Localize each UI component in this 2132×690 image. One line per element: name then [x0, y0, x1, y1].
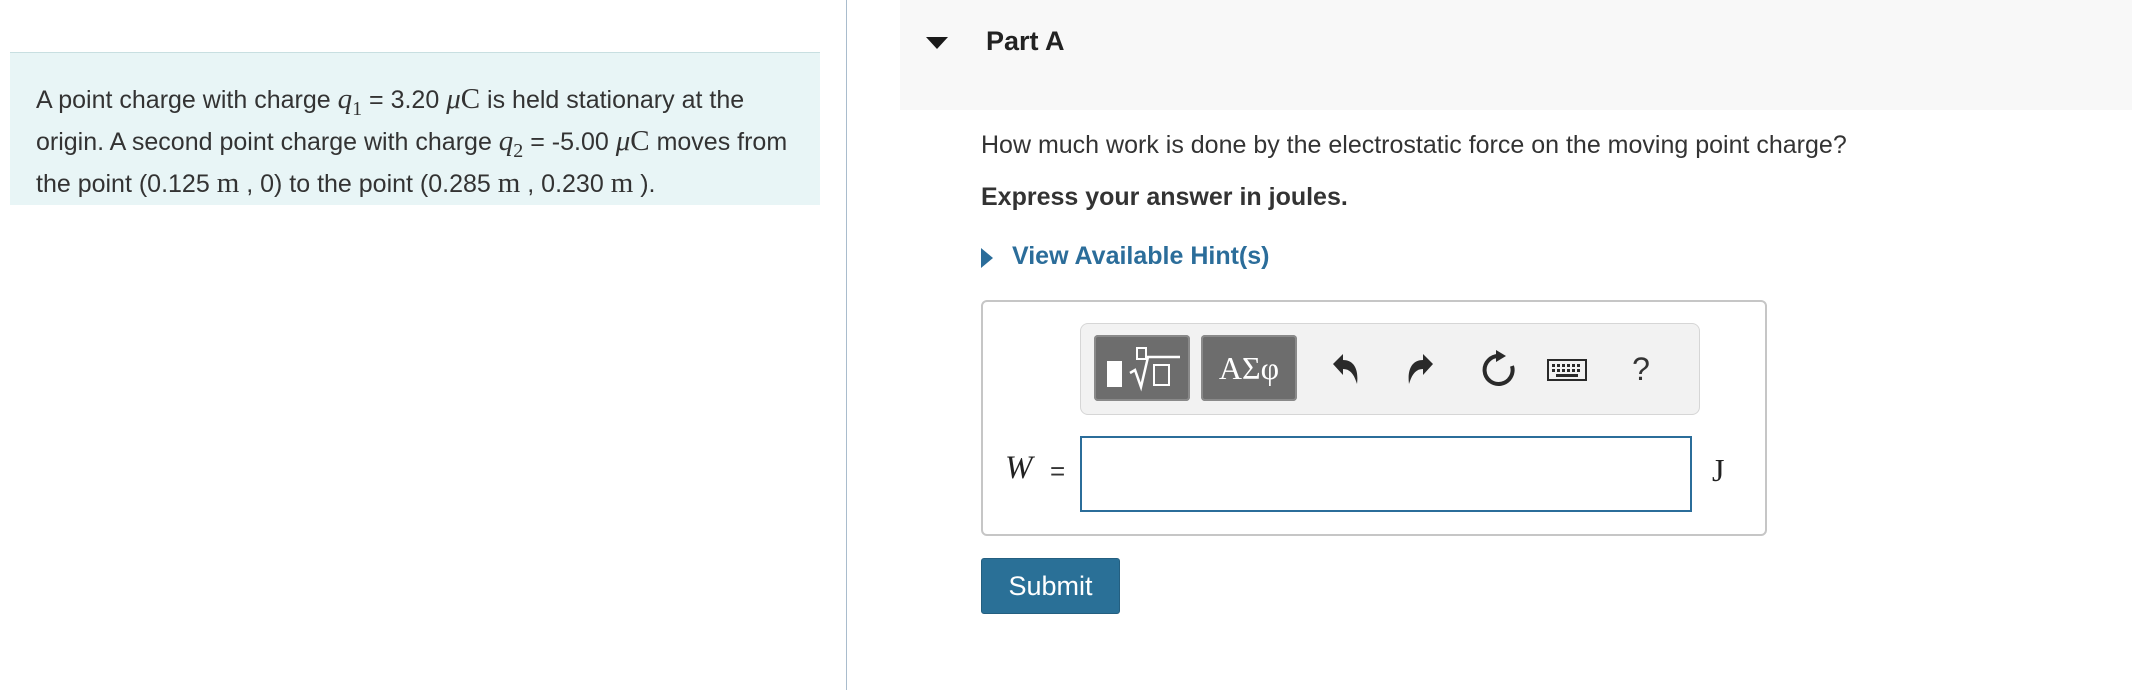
problem-panel: A point charge with charge q1 = 3.20 μC … — [0, 0, 846, 690]
unit-m-1: m — [216, 166, 240, 199]
problem-text-intro: A point charge with charge — [36, 86, 338, 114]
keyboard-icon[interactable] — [1545, 348, 1589, 392]
problem-text-point2: , 0) to the point (0.285 — [239, 169, 498, 198]
unit-m-2: m — [497, 166, 521, 199]
q2-unit: μC — [615, 124, 650, 157]
expand-caret-icon — [981, 248, 993, 268]
q1-value: = 3.20 — [362, 86, 447, 114]
q1-unit: μC — [446, 83, 481, 115]
problem-statement: A point charge with charge q1 = 3.20 μC … — [10, 52, 820, 205]
q2-symbol: q2 — [498, 124, 524, 162]
part-title: Part A — [986, 26, 1065, 56]
answer-variable: W — [1005, 450, 1033, 486]
part-header[interactable]: Part A — [900, 0, 2132, 110]
question-text: How much work is done by the electrostat… — [981, 131, 1847, 159]
symbols-button[interactable]: ΑΣφ — [1201, 335, 1297, 401]
answer-box: ΑΣφ ? W = J — [981, 300, 1767, 536]
answer-unit: J — [1712, 452, 1725, 488]
answer-input[interactable] — [1080, 436, 1692, 512]
templates-button[interactable] — [1094, 335, 1190, 401]
q2-value: = -5.00 — [523, 127, 616, 156]
instruction-text: Express your answer in joules. — [981, 183, 1348, 211]
templates-icon — [1107, 347, 1180, 392]
q1-symbol: q1 — [337, 83, 363, 120]
redo-icon[interactable] — [1401, 348, 1441, 392]
collapse-caret-icon[interactable] — [926, 37, 948, 49]
help-icon[interactable]: ? — [1621, 344, 1661, 394]
undo-icon[interactable] — [1325, 348, 1365, 392]
hint-label[interactable]: View Available Hint(s) — [1012, 242, 1269, 271]
panel-divider — [846, 0, 847, 690]
math-toolbar: ΑΣφ ? — [1080, 323, 1700, 415]
problem-text-point3: , 0.230 — [520, 169, 611, 198]
equals-sign: = — [1050, 456, 1066, 486]
unit-m-3: m — [610, 166, 634, 199]
submit-button[interactable]: Submit — [981, 558, 1120, 614]
reset-icon[interactable] — [1479, 348, 1519, 392]
problem-text-end: ). — [633, 169, 656, 198]
